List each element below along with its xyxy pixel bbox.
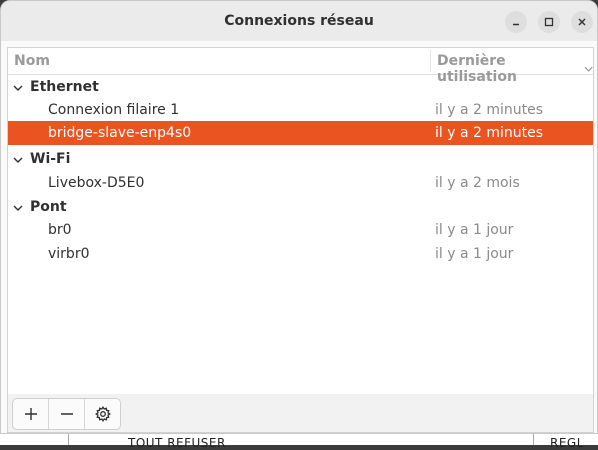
group-row-ethernet[interactable]: Ethernet bbox=[8, 75, 593, 99]
expander-chevron-down-icon[interactable] bbox=[12, 202, 24, 214]
add-connection-button[interactable] bbox=[13, 399, 49, 429]
connection-last-used: il y a 2 minutes bbox=[435, 102, 544, 118]
connection-row[interactable]: virbr0 il y a 1 jour bbox=[8, 242, 593, 266]
group-label: Ethernet bbox=[30, 79, 99, 95]
background-text-left: TOUT REFUSER bbox=[128, 436, 226, 450]
column-header-name[interactable]: Nom bbox=[14, 53, 50, 69]
connection-name: Livebox-D5E0 bbox=[48, 175, 145, 191]
connection-last-used: il y a 2 mois bbox=[435, 175, 520, 191]
toolbar-button-group bbox=[12, 398, 121, 430]
background-text-right: REGL bbox=[550, 436, 584, 450]
gear-icon bbox=[94, 406, 111, 422]
connection-last-used: il y a 1 jour bbox=[435, 222, 514, 238]
group-label: Pont bbox=[30, 199, 67, 215]
network-connections-window: Connexions réseau Nom Dernière utilisati… bbox=[0, 0, 598, 434]
connection-row[interactable]: br0 il y a 1 jour bbox=[8, 218, 593, 242]
maximize-button[interactable] bbox=[538, 11, 560, 33]
close-icon bbox=[578, 18, 586, 26]
group-label: Wi-Fi bbox=[30, 151, 71, 167]
sort-chevron-down-icon bbox=[584, 66, 593, 72]
connection-last-used: il y a 2 minutes bbox=[435, 125, 544, 141]
group-row-pont[interactable]: Pont bbox=[8, 195, 593, 219]
connection-name: virbr0 bbox=[48, 246, 90, 262]
plus-icon bbox=[24, 408, 37, 420]
list-header: Nom Dernière utilisation bbox=[8, 48, 593, 85]
connection-name: bridge-slave-enp4s0 bbox=[48, 125, 192, 141]
connection-name: br0 bbox=[48, 222, 72, 238]
connection-row[interactable]: Livebox-D5E0 il y a 2 mois bbox=[8, 171, 593, 195]
expander-chevron-down-icon[interactable] bbox=[12, 154, 24, 166]
minus-icon bbox=[60, 413, 73, 415]
close-button[interactable] bbox=[571, 11, 593, 33]
remove-connection-button[interactable] bbox=[49, 399, 85, 429]
connection-last-used: il y a 1 jour bbox=[435, 246, 514, 262]
connections-list[interactable]: Nom Dernière utilisation Ethernet Connex… bbox=[7, 47, 594, 395]
minimize-icon bbox=[513, 23, 519, 26]
minimize-button[interactable] bbox=[505, 11, 527, 33]
connection-name: Connexion filaire 1 bbox=[48, 102, 180, 118]
title-bar[interactable]: Connexions réseau bbox=[1, 1, 597, 41]
expander-chevron-down-icon[interactable] bbox=[12, 82, 24, 94]
connection-row-selected[interactable]: bridge-slave-enp4s0 il y a 2 minutes bbox=[8, 121, 593, 145]
group-row-wifi[interactable]: Wi-Fi bbox=[8, 147, 593, 171]
maximize-icon bbox=[544, 17, 554, 27]
edit-connection-settings-button[interactable] bbox=[85, 399, 120, 429]
bottom-toolbar bbox=[7, 394, 594, 433]
connection-row[interactable]: Connexion filaire 1 il y a 2 minutes bbox=[8, 98, 593, 122]
column-separator[interactable] bbox=[430, 50, 431, 72]
